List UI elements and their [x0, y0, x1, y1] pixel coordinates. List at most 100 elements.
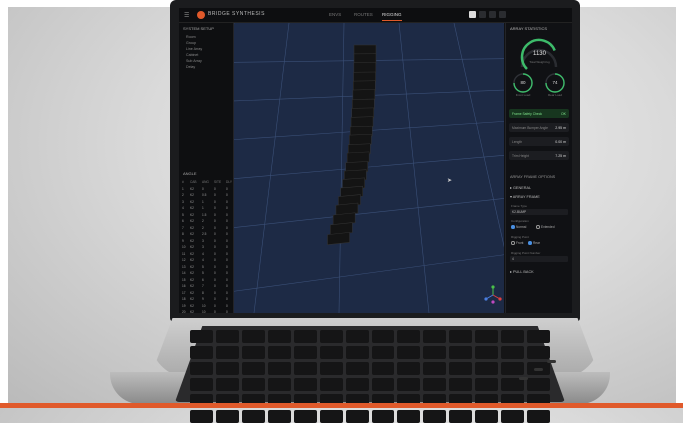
rig-rear-radio[interactable]: Rear	[528, 241, 540, 245]
rear-load-value: 74	[552, 80, 558, 85]
keyboard-key	[293, 362, 317, 375]
keyboard-key	[449, 330, 473, 343]
metric-label: Frame Safety Check	[512, 111, 543, 116]
settings-icon[interactable]	[499, 11, 506, 18]
3d-viewport[interactable]: ➤	[234, 23, 504, 313]
view-top-icon[interactable]	[479, 11, 486, 18]
table-cell: K2	[190, 264, 194, 269]
keyboard-key	[371, 330, 395, 343]
left-panel: SYSTEM SETUP Room Group Line Array Cabinet S…	[179, 23, 234, 313]
table-cell: 6	[182, 219, 184, 224]
column-header[interactable]: ANG	[202, 180, 214, 184]
table-cell: K2	[190, 271, 194, 276]
brand-logo-icon	[197, 11, 205, 19]
table-cell: 3	[202, 245, 204, 250]
column-header[interactable]: SITE	[214, 180, 226, 184]
frame-left	[0, 0, 8, 408]
cabinet-box[interactable]	[327, 232, 350, 245]
keyboard-key	[319, 330, 343, 343]
view-side-icon[interactable]	[489, 11, 496, 18]
table-cell: 1	[182, 186, 184, 191]
table-cell: K2	[190, 277, 194, 282]
radio-dot-icon	[511, 225, 515, 229]
keyboard-key	[475, 362, 499, 375]
table-cell: 0	[214, 232, 216, 237]
table-cell: K2	[190, 251, 194, 256]
view-3d-icon[interactable]	[469, 11, 476, 18]
table-cell: 10	[182, 245, 186, 250]
general-section[interactable]: ▸ GENERAL	[510, 185, 531, 190]
table-cell: K2	[190, 199, 194, 204]
keyboard-key	[267, 362, 291, 375]
radio-dot-icon	[536, 225, 540, 229]
table-cell: 8	[182, 232, 184, 237]
keyboard-key	[371, 378, 395, 391]
frame-type-select[interactable]: K2-BUMP	[510, 209, 568, 215]
table-cell: K2	[190, 232, 194, 237]
table-cell: 0	[214, 206, 216, 211]
table-cell: 0	[214, 290, 216, 295]
tree-item[interactable]: Delay	[179, 64, 233, 70]
keyboard-key	[267, 346, 291, 359]
table-cell: 0	[214, 193, 216, 198]
usb-port	[534, 368, 543, 371]
keyboard-key	[241, 362, 265, 375]
column-header[interactable]: CAB	[190, 180, 202, 184]
keyboard-key	[397, 362, 421, 375]
keyboard-key	[501, 346, 525, 359]
config-extended-radio[interactable]: Extended	[536, 225, 554, 229]
keyboard-key	[527, 378, 550, 391]
cabinet-box[interactable]	[353, 44, 377, 56]
table-cell: 0	[214, 303, 216, 308]
table-cell: 0	[214, 284, 216, 289]
cabinet-box[interactable]	[352, 89, 376, 101]
metric-value: 0.00 m	[555, 139, 566, 144]
table-title: ANGLE	[183, 171, 197, 176]
table-cell: 12	[182, 258, 186, 263]
table-cell: K2	[190, 186, 194, 191]
rig-front-radio[interactable]: Front	[511, 241, 523, 245]
frame-right	[676, 0, 683, 408]
keyboard-key	[241, 330, 265, 343]
keyboard-key	[215, 346, 239, 359]
keyboard-key	[345, 330, 369, 343]
table-cell: 18	[182, 297, 186, 302]
keyboard-key	[345, 346, 369, 359]
cabinet-box[interactable]	[349, 133, 372, 146]
column-header[interactable]: #	[182, 180, 190, 184]
table-cell: 0	[214, 186, 216, 191]
table-cell: K2	[190, 245, 194, 250]
brand-name: BRIDGE SYNTHESIS	[208, 11, 265, 17]
menu-icon[interactable]: ☰	[184, 12, 190, 19]
tab-rigging[interactable]: RIGGING	[382, 12, 402, 21]
metric-label: Trim Height	[512, 153, 529, 158]
table-cell: 0	[214, 297, 216, 302]
table-row[interactable]: 20 K2 10 0 0	[179, 309, 233, 313]
rig-points-input[interactable]: 4	[510, 256, 568, 262]
tab-routes[interactable]: ROUTES	[354, 12, 373, 17]
array-frame-label: ARRAY FRAME	[512, 195, 540, 199]
keyboard-key	[527, 346, 550, 359]
array-frame-section[interactable]: ▾ ARRAY FRAME	[510, 194, 540, 199]
metric-label: Length	[512, 139, 523, 144]
table-cell: 0	[214, 219, 216, 224]
metric-value: OK	[560, 111, 566, 116]
keyboard-key	[501, 330, 525, 343]
line-array-model	[327, 44, 377, 245]
table-cell: 0	[214, 225, 216, 230]
table-cell: 0	[202, 186, 204, 191]
app-topbar: ☰ BRIDGE SYNTHESIS ENVS ROUTES RIGGING	[179, 8, 572, 23]
pull-back-section[interactable]: ▸ PULL BACK	[510, 269, 534, 274]
config-normal-radio[interactable]: Normal	[511, 225, 526, 229]
axis-gizmo-icon[interactable]	[484, 285, 502, 305]
table-cell: 3	[202, 238, 204, 243]
keyboard-key	[501, 410, 525, 423]
general-label: GENERAL	[512, 186, 532, 190]
cabinet-box[interactable]	[353, 62, 377, 73]
table-cell: 2	[202, 225, 204, 230]
table-cell: 0	[214, 238, 216, 243]
cabinet-box[interactable]	[350, 116, 374, 128]
metric-row: Trim Height 7.25 m	[509, 151, 569, 160]
keyboard-key	[241, 346, 265, 359]
tab-envs[interactable]: ENVS	[329, 12, 341, 17]
